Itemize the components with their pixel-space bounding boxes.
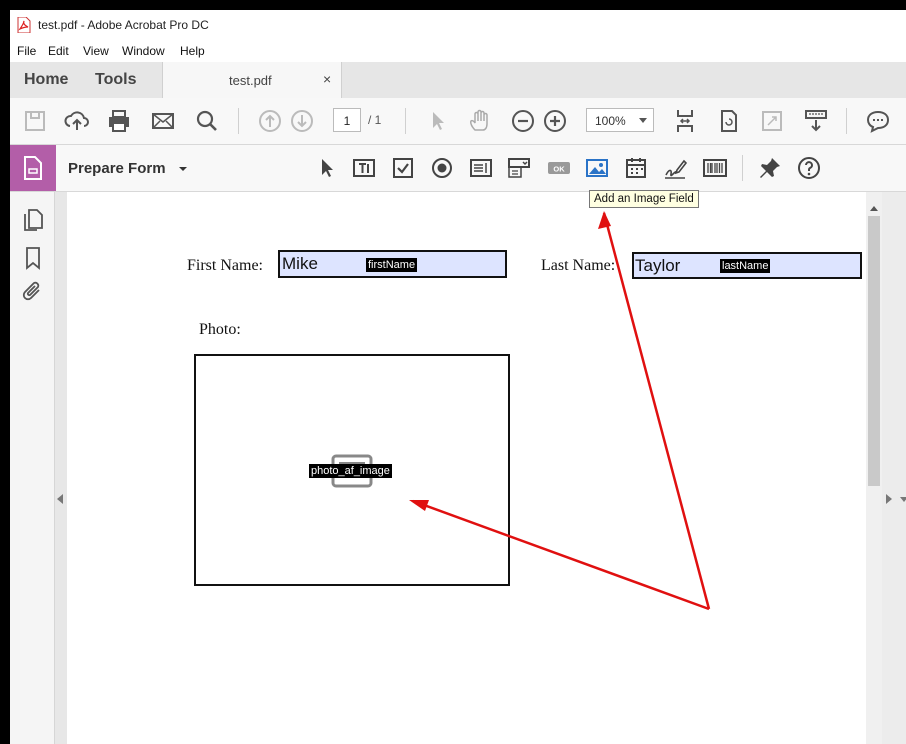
- first-name-value: Mike: [282, 254, 318, 273]
- toolbar-separator: [742, 155, 743, 181]
- signature-icon[interactable]: [663, 156, 687, 180]
- menu-help[interactable]: Help: [180, 44, 205, 58]
- button-icon[interactable]: OK: [547, 156, 571, 180]
- upload-icon[interactable]: [64, 108, 90, 134]
- pin-icon[interactable]: [758, 156, 782, 180]
- prepare-form-label[interactable]: Prepare Form: [68, 160, 166, 177]
- menu-bar: File Edit View Window Help: [10, 40, 906, 62]
- crop-icon[interactable]: [759, 108, 785, 134]
- print-icon[interactable]: [106, 108, 132, 134]
- search-icon[interactable]: [194, 108, 220, 134]
- hand-icon[interactable]: [467, 108, 493, 134]
- scrollbar-thumb[interactable]: [868, 216, 880, 486]
- last-name-field[interactable]: Taylor lastName: [632, 252, 862, 279]
- menu-view[interactable]: View: [83, 44, 109, 58]
- zoom-in-icon[interactable]: [542, 108, 568, 134]
- menu-window[interactable]: Window: [122, 44, 165, 58]
- checkbox-icon[interactable]: [391, 156, 415, 180]
- scan-icon[interactable]: [803, 108, 829, 134]
- menu-edit[interactable]: Edit: [48, 44, 69, 58]
- toolbar-separator: [405, 108, 406, 134]
- title-bar: test.pdf - Adobe Acrobat Pro DC: [10, 10, 906, 40]
- cursor-icon[interactable]: [314, 156, 338, 180]
- rotate-icon[interactable]: [716, 108, 742, 134]
- page-total: / 1: [368, 113, 382, 127]
- radio-icon[interactable]: [430, 156, 454, 180]
- photo-label: Photo:: [199, 321, 241, 338]
- first-name-label: First Name:: [187, 257, 263, 274]
- zoom-value: 100%: [595, 114, 626, 128]
- vertical-scrollbar[interactable]: [866, 192, 882, 744]
- form-icon: [24, 156, 42, 180]
- document-tab-label: test.pdf: [229, 73, 272, 88]
- page-number-input[interactable]: 1: [333, 108, 361, 132]
- last-name-label: Last Name:: [541, 257, 616, 274]
- close-tab-icon[interactable]: ×: [323, 71, 331, 87]
- image-field-tooltip: Add an Image Field: [589, 190, 699, 208]
- acrobat-icon: [17, 17, 31, 33]
- last-name-value: Taylor: [635, 256, 681, 275]
- menu-file[interactable]: File: [17, 44, 36, 58]
- attachment-icon[interactable]: [22, 280, 44, 304]
- first-name-field[interactable]: Mike firstName: [278, 250, 507, 278]
- prepare-form-tool-badge[interactable]: [10, 145, 56, 191]
- window-title: test.pdf - Adobe Acrobat Pro DC: [38, 18, 209, 32]
- toolbar-separator: [238, 108, 239, 134]
- fit-page-icon[interactable]: [672, 108, 698, 134]
- scroll-up-icon[interactable]: [870, 206, 878, 211]
- tab-tools[interactable]: Tools: [95, 71, 136, 89]
- mail-icon[interactable]: [150, 108, 176, 134]
- tab-bar: Home Tools test.pdf ×: [10, 62, 906, 99]
- photo-field-tag: photo_af_image: [309, 464, 392, 478]
- comment-icon[interactable]: [865, 108, 891, 134]
- svg-text:OK: OK: [553, 165, 565, 174]
- save-icon[interactable]: [22, 108, 48, 134]
- toolbar-separator: [846, 108, 847, 134]
- date-field-icon[interactable]: [624, 156, 648, 180]
- select-icon[interactable]: [424, 108, 450, 134]
- chevron-down-icon: [639, 118, 647, 123]
- bookmark-icon[interactable]: [24, 246, 42, 270]
- prepare-form-toolbar: Prepare Form OK: [10, 145, 906, 192]
- chevron-down-icon: [900, 497, 906, 502]
- first-name-field-tag: firstName: [366, 258, 418, 272]
- list-box-icon[interactable]: [469, 156, 493, 180]
- text-field-icon[interactable]: [352, 156, 376, 180]
- pages-icon[interactable]: [22, 208, 44, 232]
- left-panel-toggle[interactable]: [55, 192, 67, 744]
- image-field-icon[interactable]: [585, 156, 609, 180]
- chevron-down-icon[interactable]: [179, 167, 187, 171]
- photo-image-field[interactable]: photo_af_image: [194, 354, 510, 586]
- zoom-out-icon[interactable]: [510, 108, 536, 134]
- next-page-icon[interactable]: [289, 108, 315, 134]
- chevron-left-icon: [57, 494, 63, 504]
- document-page: First Name: Mike firstName Last Name: Ta…: [67, 192, 866, 744]
- dropdown-icon[interactable]: [507, 156, 531, 180]
- chevron-right-icon: [886, 494, 892, 504]
- zoom-select[interactable]: 100%: [586, 108, 654, 132]
- tab-document[interactable]: test.pdf ×: [162, 62, 342, 99]
- help-icon[interactable]: [797, 156, 821, 180]
- left-navigation-rail: [10, 192, 55, 744]
- right-panel-toggle[interactable]: [882, 192, 906, 744]
- main-toolbar: 1 / 1 100%: [10, 98, 906, 145]
- barcode-icon[interactable]: [703, 156, 727, 180]
- last-name-field-tag: lastName: [720, 259, 771, 273]
- tab-home[interactable]: Home: [24, 71, 68, 89]
- prev-page-icon[interactable]: [257, 108, 283, 134]
